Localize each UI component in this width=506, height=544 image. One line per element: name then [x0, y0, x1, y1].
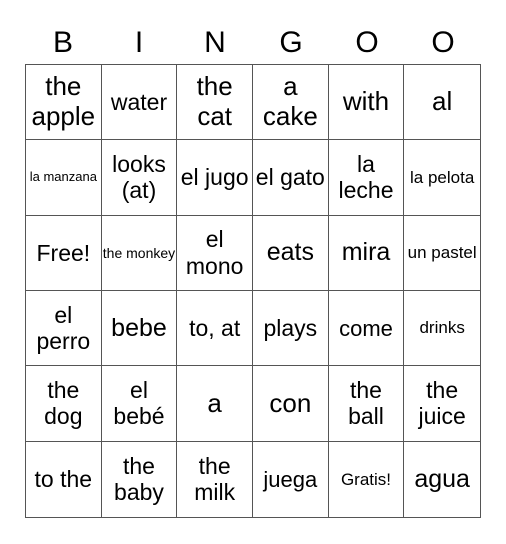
bingo-cell[interactable]: come	[328, 291, 405, 367]
bingo-board: the apple water the cat a cake with al l…	[25, 64, 481, 518]
bingo-cell[interactable]: el mono	[177, 215, 253, 291]
bingo-cell[interactable]: a	[177, 366, 253, 442]
bingo-cell[interactable]: to the	[26, 441, 102, 517]
bingo-cell[interactable]: the baby	[102, 441, 178, 517]
bingo-cell[interactable]: mira	[328, 215, 405, 291]
bingo-cell[interactable]: la pelota	[404, 140, 480, 216]
bingo-cell[interactable]: drinks	[404, 291, 480, 367]
header-letter-i: I	[134, 26, 144, 59]
header-letter-o2: O	[431, 26, 455, 59]
header-letter-b: B	[52, 26, 73, 59]
bingo-cell[interactable]: the apple	[26, 65, 102, 141]
bingo-cell[interactable]: the juice	[404, 366, 480, 442]
bingo-cell[interactable]: bebe	[101, 291, 178, 367]
bingo-cell[interactable]: the dog	[26, 366, 102, 442]
bingo-cell[interactable]: a cake	[252, 65, 329, 141]
header-letter-g: G	[279, 26, 303, 59]
bingo-cell[interactable]: juega	[253, 441, 329, 517]
bingo-cell[interactable]: water	[101, 65, 178, 141]
bingo-cell[interactable]: with	[328, 65, 405, 141]
bingo-cell[interactable]: el perro	[26, 291, 102, 367]
bingo-cell[interactable]: un pastel	[404, 216, 480, 291]
bingo-cell[interactable]: the ball	[328, 366, 405, 442]
bingo-cell[interactable]: eats	[252, 215, 329, 291]
header-letter-o: O	[355, 26, 379, 59]
bingo-cell[interactable]: looks (at)	[101, 140, 178, 216]
bingo-cell[interactable]: to, at	[177, 291, 253, 367]
bingo-cell[interactable]: Free!	[26, 215, 102, 291]
bingo-cell[interactable]: the monkey	[101, 215, 178, 291]
bingo-cell[interactable]: al	[404, 65, 480, 141]
bingo-header: B I N G O O	[25, 24, 481, 62]
bingo-cell[interactable]: la manzana	[26, 140, 102, 216]
bingo-cell[interactable]: el jugo	[177, 140, 253, 216]
bingo-cell[interactable]: el bebé	[101, 366, 178, 442]
bingo-cell[interactable]: plays	[252, 291, 329, 367]
bingo-cell[interactable]: agua	[404, 442, 480, 517]
header-letter-n: N	[204, 26, 226, 59]
bingo-cell[interactable]: Gratis!	[329, 441, 405, 517]
bingo-cell[interactable]: the milk	[177, 441, 253, 517]
bingo-cell[interactable]: con	[252, 366, 329, 442]
bingo-cell[interactable]: el gato	[252, 140, 329, 216]
bingo-cell[interactable]: la leche	[328, 140, 405, 216]
bingo-cell[interactable]: the cat	[177, 65, 253, 141]
